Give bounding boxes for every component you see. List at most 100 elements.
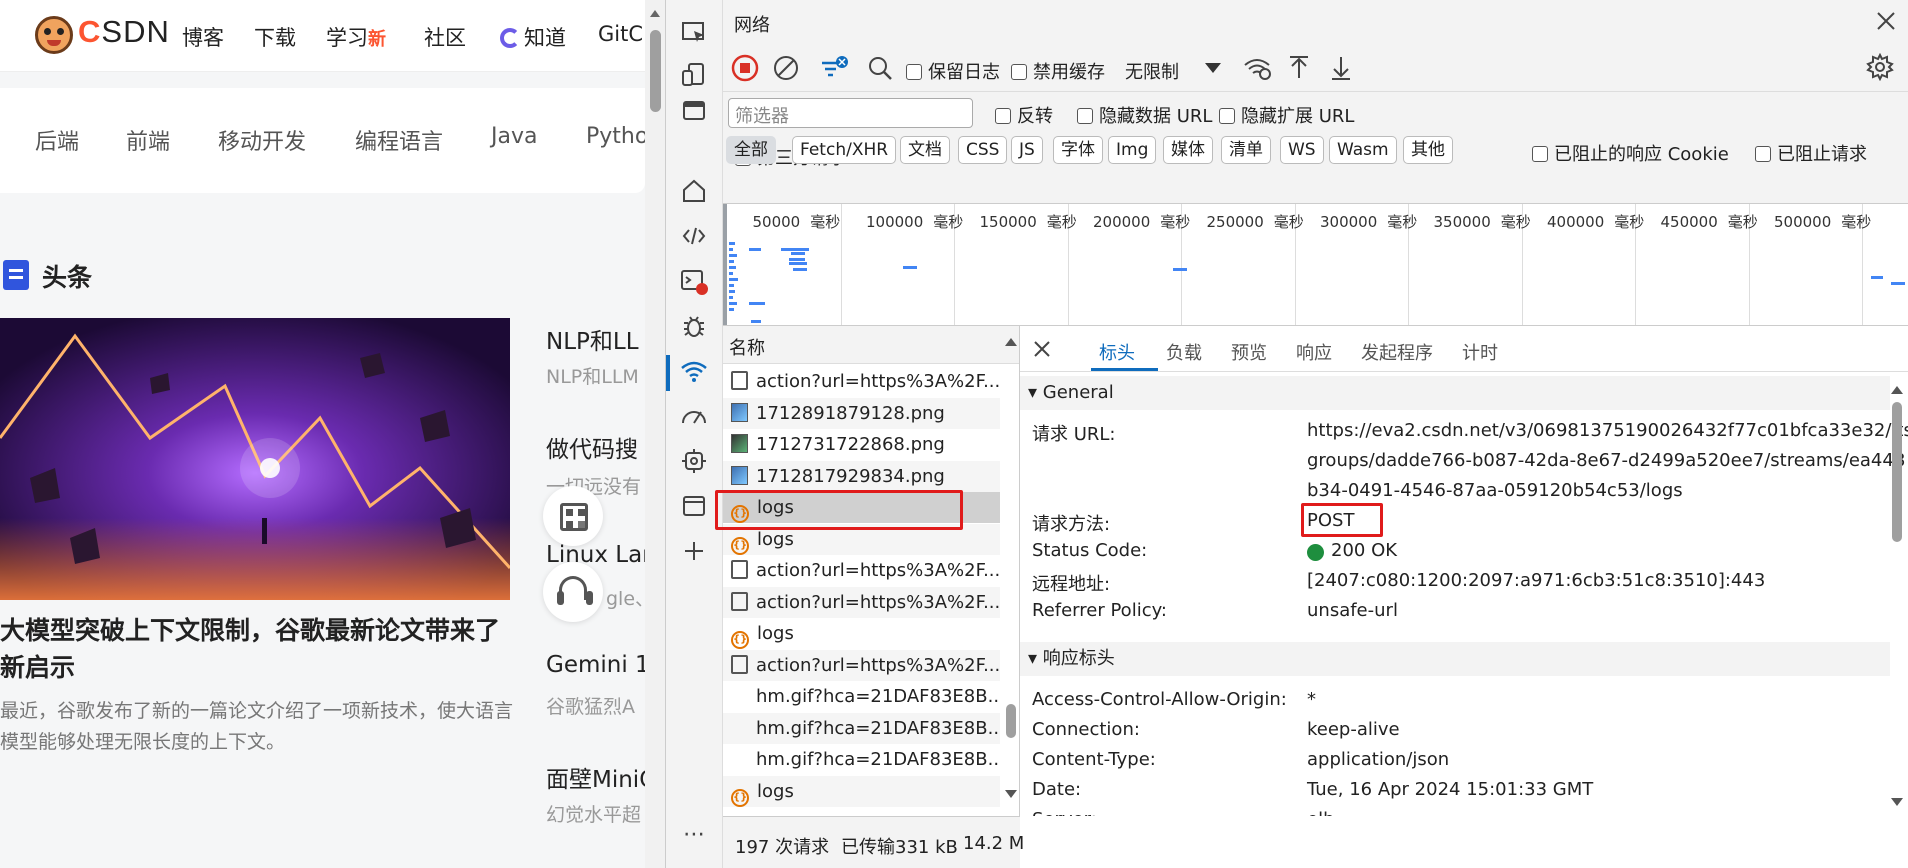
elements-code-icon[interactable] (679, 223, 709, 253)
debugger-bug-icon[interactable] (679, 313, 709, 343)
type-chip-fetch-xhr[interactable]: Fetch/XHR (792, 136, 897, 164)
side-article-title-1[interactable]: NLP和LL (546, 322, 639, 356)
page-scroll-thumb[interactable] (650, 30, 661, 112)
export-har-icon[interactable] (1328, 54, 1356, 82)
type-chip-media[interactable]: 媒体 (1163, 136, 1213, 164)
nav-gitcode[interactable]: GitC (598, 22, 643, 46)
resources-size: 14.2 M (963, 833, 1025, 854)
details-scroll-up-icon[interactable] (1891, 386, 1903, 394)
request-row[interactable]: 1712817929834.png (723, 460, 1000, 492)
side-article-title-5[interactable]: 面壁MiniC (546, 760, 645, 794)
request-list-scroll-thumb[interactable] (1006, 704, 1016, 738)
category-python[interactable]: Pytho (586, 124, 645, 149)
type-chip-all[interactable]: 全部 (726, 136, 776, 164)
throttling-select[interactable]: 无限制 (1119, 49, 1231, 85)
scroll-down-arrow-icon[interactable] (1005, 790, 1017, 798)
disable-cache-checkbox[interactable]: 禁用缓存 (1011, 58, 1105, 84)
hide-data-urls-checkbox[interactable]: 隐藏数据 URL (1077, 102, 1212, 128)
timeline-start-handle[interactable] (723, 204, 727, 325)
csdn-logo[interactable]: CSDN (78, 14, 170, 50)
side-article-title-4[interactable]: Gemini 1 (546, 652, 645, 678)
type-chip-other[interactable]: 其他 (1403, 136, 1453, 164)
type-chip-img[interactable]: Img (1108, 136, 1157, 164)
category-mobile[interactable]: 移动开发 (218, 124, 306, 156)
type-chip-font[interactable]: 字体 (1053, 136, 1103, 164)
type-chip-js[interactable]: JS (1011, 136, 1043, 164)
request-row[interactable]: action?url=https%3A%2F... (723, 649, 1000, 681)
performance-gauge-icon[interactable] (679, 403, 709, 433)
request-row[interactable]: 1712731722868.png (723, 429, 1000, 460)
close-details-icon[interactable] (1032, 339, 1052, 359)
hide-ext-urls-checkbox[interactable]: 隐藏扩展 URL (1219, 102, 1354, 128)
tab-payload[interactable]: 负载 (1166, 339, 1202, 365)
category-backend[interactable]: 后端 (35, 124, 79, 156)
nav-community[interactable]: 社区 (424, 22, 466, 52)
network-conditions-icon[interactable] (1243, 54, 1271, 82)
blocked-cookies-checkbox[interactable]: 已阻止的响应 Cookie (1532, 140, 1729, 166)
more-tools-plus-icon[interactable] (679, 538, 709, 568)
record-stop-icon[interactable] (731, 54, 759, 82)
nav-blog[interactable]: 博客 (182, 22, 224, 52)
article-title[interactable]: 大模型突破上下文限制，谷歌最新论文带来了新启示 (0, 612, 520, 686)
article-hero-image[interactable] (0, 318, 510, 600)
network-settings-gear-icon[interactable] (1866, 52, 1894, 82)
request-row[interactable]: {} logs (723, 618, 1000, 649)
type-chip-manifest[interactable]: 清单 (1221, 136, 1271, 164)
tab-timing[interactable]: 计时 (1462, 339, 1498, 365)
preserve-log-checkbox[interactable]: 保留日志 (906, 58, 1000, 84)
request-row[interactable]: hm.gif?hca=21DAF83E8B... (723, 681, 1000, 712)
response-headers-section-header[interactable]: ▾ 响应标头 (1020, 642, 1890, 676)
inspect-element-icon[interactable] (679, 20, 709, 50)
general-section-header[interactable]: ▾ General (1020, 376, 1890, 410)
type-chip-doc[interactable]: 文档 (900, 136, 950, 164)
device-emulation-icon[interactable] (679, 62, 709, 92)
request-row[interactable]: action?url=https%3A%2F... (723, 366, 1000, 397)
settings-cog-icon[interactable] (679, 448, 709, 478)
name-column-header[interactable]: 名称 (723, 326, 1019, 364)
request-name: logs (757, 780, 794, 802)
scroll-up-arrow-icon[interactable] (1005, 338, 1017, 346)
request-row[interactable]: hm.gif?hca=21DAF83E8B... (723, 712, 1000, 744)
category-java[interactable]: Java (491, 124, 537, 149)
tab-initiator[interactable]: 发起程序 (1361, 339, 1433, 365)
qrcode-button[interactable] (543, 486, 603, 546)
request-row[interactable]: hm.gif?hca=21DAF83E8B... (723, 744, 1000, 775)
search-icon[interactable] (866, 54, 894, 82)
tab-headers[interactable]: 标头 (1099, 339, 1135, 365)
network-wifi-icon[interactable] (679, 358, 709, 388)
details-scroll-down-icon[interactable] (1891, 798, 1903, 806)
request-row[interactable]: action?url=https%3A%2F... (723, 555, 1000, 586)
clear-log-icon[interactable] (772, 54, 800, 82)
nav-learn[interactable]: 学习新 (326, 22, 386, 52)
page-scrollbar[interactable] (645, 0, 665, 868)
filter-input[interactable]: 筛选器 (728, 98, 973, 128)
welcome-home-icon[interactable] (679, 178, 709, 208)
category-frontend[interactable]: 前端 (126, 124, 170, 156)
import-har-icon[interactable] (1286, 54, 1314, 82)
type-chip-ws[interactable]: WS (1280, 136, 1324, 164)
type-chip-css[interactable]: CSS (958, 136, 1008, 164)
scroll-up-icon[interactable] (650, 10, 660, 17)
csdn-logo-icon[interactable] (35, 16, 73, 54)
more-options-icon[interactable]: ⋯ (679, 820, 709, 850)
timeline-overview[interactable]: 50000 毫秒 100000 毫秒 150000 毫秒 200000 毫秒 250000 毫秒 3… (723, 204, 1908, 326)
request-row[interactable]: action?url=https%3A%2F... (723, 586, 1000, 618)
category-languages[interactable]: 编程语言 (355, 124, 443, 156)
filter-funnel-icon[interactable] (819, 54, 848, 82)
request-row[interactable]: 1712891879128.png (723, 397, 1000, 429)
details-scroll-thumb[interactable] (1892, 402, 1902, 542)
application-icon[interactable] (679, 493, 709, 523)
tab-preview[interactable]: 预览 (1231, 339, 1267, 365)
window-icon[interactable] (679, 98, 709, 128)
close-panel-icon[interactable] (1873, 8, 1899, 34)
blocked-requests-checkbox[interactable]: 已阻止请求 (1755, 140, 1867, 166)
customer-service-button[interactable] (543, 562, 603, 622)
nav-download[interactable]: 下载 (254, 22, 296, 52)
nav-zhidao[interactable]: 知道 (500, 22, 566, 52)
request-row[interactable]: {} logs (723, 775, 1000, 807)
console-icon[interactable] (679, 268, 709, 298)
invert-checkbox[interactable]: 反转 (995, 102, 1053, 128)
type-chip-wasm[interactable]: Wasm (1329, 136, 1397, 164)
tab-response[interactable]: 响应 (1296, 339, 1332, 365)
side-article-title-2[interactable]: 做代码搜 (546, 430, 638, 464)
